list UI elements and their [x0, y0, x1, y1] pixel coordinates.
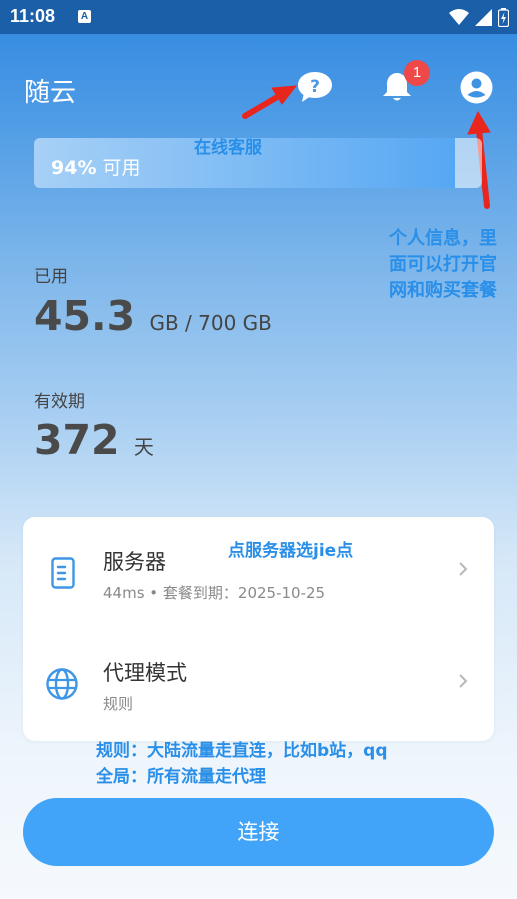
- annotation-mode-rule: 规则：大陆流量走直连，比如b站，qq: [96, 741, 388, 761]
- server-icon: [51, 557, 75, 589]
- arrow-to-help: [242, 85, 298, 119]
- signal-icon: [475, 8, 492, 26]
- connect-button[interactable]: 连接: [23, 798, 494, 866]
- validity-amount: 372 天: [34, 416, 154, 464]
- globe-icon: [46, 668, 78, 700]
- proxy-mode-row[interactable]: 代理模式 规则: [23, 639, 494, 739]
- usage-text: 94% 可用: [51, 153, 141, 180]
- usage-label: 可用: [102, 157, 141, 179]
- server-subtitle: 44ms • 套餐到期：2025-10-25: [103, 584, 326, 602]
- app-title: 随云: [24, 78, 77, 108]
- annotation-user-info-line-2: 面可以打开官: [389, 254, 497, 275]
- used-value: 45.3: [34, 292, 136, 340]
- system-icons: [449, 7, 509, 27]
- usage-percent: 94%: [51, 157, 97, 179]
- status-time: 11:08: [10, 6, 56, 26]
- annotation-mode-global: 全局：所有流量走代理: [96, 767, 266, 787]
- used-unit: GB / 700 GB: [149, 311, 272, 335]
- annotation-proxy-mode: 规则：大陆流量走直连，比如b站，qq 全局：所有流量走代理: [96, 738, 388, 790]
- wifi-icon: [449, 9, 469, 25]
- annotation-customer-service: 在线客服: [194, 138, 262, 158]
- chevron-right-icon: [458, 561, 468, 582]
- battery-icon: [498, 7, 509, 27]
- annotation-server: 点服务器选jie点: [228, 541, 354, 561]
- proxy-mode-title: 代理模式: [103, 661, 187, 685]
- validity-value: 372: [34, 416, 120, 464]
- proxy-mode-subtitle: 规则: [103, 695, 134, 713]
- user-icon: [460, 71, 493, 104]
- help-icon: ?: [298, 72, 332, 102]
- svg-text:?: ?: [310, 77, 320, 97]
- user-profile-button[interactable]: [460, 71, 493, 104]
- used-amount: 45.3 GB / 700 GB: [34, 292, 272, 340]
- help-button[interactable]: ?: [296, 70, 334, 104]
- notification-icon: A: [78, 10, 91, 23]
- validity-label: 有效期: [34, 392, 85, 412]
- annotation-user-info-line-3: 网和购买套餐: [389, 280, 497, 301]
- status-bar: 11:08 A: [0, 0, 517, 34]
- validity-unit: 天: [133, 435, 154, 459]
- used-label: 已用: [34, 267, 68, 287]
- chevron-right-icon: [458, 673, 468, 694]
- notification-badge: 1: [404, 60, 430, 86]
- server-title: 服务器: [103, 550, 166, 574]
- annotation-user-info: 个人信息，里 面可以打开官 网和购买套餐: [389, 226, 509, 304]
- annotation-user-info-line-1: 个人信息，里: [389, 228, 497, 249]
